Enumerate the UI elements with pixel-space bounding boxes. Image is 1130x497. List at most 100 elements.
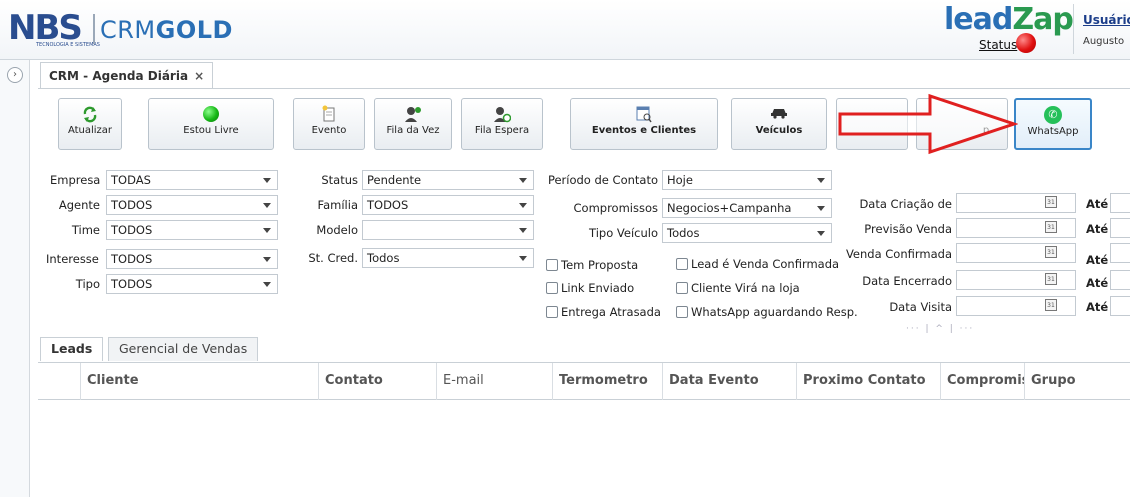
checkbox-box[interactable]	[676, 306, 688, 318]
checkbox-box[interactable]	[546, 282, 558, 294]
column-header-proximo-contato[interactable]: Proximo Contato	[796, 363, 940, 400]
estou-livre-button[interactable]: Estou Livre	[148, 98, 274, 150]
app-header: NBS TECNOLOGIA E SISTEMAS CRMGOLD leadZa…	[0, 0, 1130, 60]
compromissos-label: Compromissos	[573, 201, 659, 215]
chevron-down-icon	[263, 228, 271, 233]
chevron-down-icon	[817, 178, 825, 183]
st-cred-label: St. Cred.	[308, 251, 358, 265]
side-panel-strip	[0, 60, 30, 497]
annotation-arrow-icon	[838, 93, 1018, 155]
interesse-select[interactable]: TODOS	[106, 249, 278, 269]
user-menu-link[interactable]: Usuário	[1083, 13, 1130, 27]
chevron-down-icon	[263, 203, 271, 208]
leads-grid-body	[38, 400, 1130, 497]
refresh-button-label: Atualizar	[67, 125, 113, 136]
previsao-venda-input[interactable]	[956, 218, 1076, 238]
fila-da-vez-button[interactable]: Fila da Vez	[374, 98, 452, 150]
chevron-down-icon	[519, 203, 527, 208]
familia-select[interactable]: TODOS	[362, 195, 534, 215]
data-encerrado-ate-input[interactable]	[1110, 270, 1130, 290]
column-header-termometro[interactable]: Termometro	[552, 363, 662, 400]
modelo-select[interactable]	[362, 220, 534, 240]
calendar-search-icon	[571, 105, 717, 123]
checkbox-box[interactable]	[546, 259, 558, 271]
calendar-icon[interactable]: 31	[1045, 221, 1057, 233]
tipo-veiculo-value: Todos	[667, 226, 700, 240]
periodo-contato-select[interactable]: Hoje	[662, 170, 832, 190]
ate-label: Até	[1086, 197, 1109, 211]
splitter-handle[interactable]: ··· | ^ | ···	[906, 324, 974, 334]
eventos-clientes-label: Eventos e Clientes	[591, 125, 697, 136]
previsao-venda-ate-input[interactable]	[1110, 218, 1130, 238]
ate-label: Até	[1086, 253, 1109, 267]
checkbox-whatsapp-aguardando[interactable]: WhatsApp aguardando Resp.	[676, 305, 858, 319]
logo-divider	[93, 14, 95, 44]
compromissos-value: Negocios+Campanha	[667, 201, 792, 215]
venda-confirmada-input[interactable]	[956, 243, 1076, 263]
st-cred-select[interactable]: Todos	[362, 248, 534, 268]
agente-select[interactable]: TODOS	[106, 195, 278, 215]
whatsapp-button[interactable]: ✆ WhatsApp	[1014, 98, 1092, 150]
status-filter-select[interactable]: Pendente	[362, 170, 534, 190]
data-visita-label: Data Visita	[889, 300, 952, 314]
column-header-data-evento[interactable]: Data Evento	[662, 363, 796, 400]
column-header-contato[interactable]: Contato	[318, 363, 436, 400]
empresa-select[interactable]: TODAS	[106, 170, 278, 190]
column-header-compromisso[interactable]: Compromisso	[940, 363, 1024, 400]
veiculos-button[interactable]: Veículos	[731, 98, 827, 150]
chevron-down-icon	[817, 206, 825, 211]
checkbox-box[interactable]	[676, 258, 688, 270]
calendar-icon[interactable]: 31	[1045, 299, 1057, 311]
data-criacao-input[interactable]	[956, 193, 1076, 213]
close-icon[interactable]: ×	[194, 69, 204, 83]
time-select[interactable]: TODOS	[106, 220, 278, 240]
user-queue-icon	[375, 105, 451, 123]
column-header-email[interactable]: E-mail	[436, 363, 552, 400]
eventos-clientes-button[interactable]: Eventos e Clientes	[570, 98, 718, 150]
tab-agenda-diaria[interactable]: CRM - Agenda Diária ×	[40, 62, 214, 88]
checkbox-label: Cliente Virá na loja	[691, 281, 800, 295]
calendar-icon[interactable]: 31	[1045, 196, 1057, 208]
time-label: Time	[71, 223, 100, 237]
refresh-icon	[59, 105, 121, 123]
calendar-icon[interactable]: 31	[1045, 246, 1057, 258]
column-header-grupo[interactable]: Grupo	[1024, 363, 1130, 400]
status-filter-label: Status	[321, 173, 358, 187]
calendar-icon[interactable]: 31	[1045, 273, 1057, 285]
data-criacao-ate-input[interactable]	[1110, 193, 1130, 213]
chevron-down-icon	[519, 256, 527, 261]
compromissos-select[interactable]: Negocios+Campanha	[662, 198, 832, 218]
column-header-cliente[interactable]: Cliente	[80, 363, 318, 400]
checkbox-link-enviado[interactable]: Link Enviado	[546, 281, 634, 295]
checkbox-box[interactable]	[546, 306, 558, 318]
st-cred-value: Todos	[367, 251, 400, 265]
evento-label: Evento	[311, 125, 347, 136]
refresh-button[interactable]: Atualizar	[58, 98, 122, 150]
tab-gerencial-vendas[interactable]: Gerencial de Vendas	[108, 337, 259, 361]
nbs-logo: NBS TECNOLOGIA E SISTEMAS	[8, 8, 100, 48]
whatsapp-label: WhatsApp	[1027, 126, 1079, 137]
data-criacao-label: Data Criação de	[859, 197, 952, 211]
tab-gerencial-label: Gerencial de Vendas	[119, 341, 248, 356]
tipo-label: Tipo	[75, 277, 100, 291]
checkbox-lead-venda-confirmada[interactable]: Lead é Venda Confirmada	[676, 257, 839, 271]
data-visita-input[interactable]	[956, 296, 1076, 316]
periodo-contato-label: Período de Contato	[547, 173, 658, 187]
evento-button[interactable]: Evento	[293, 98, 365, 150]
data-encerrado-input[interactable]	[956, 270, 1076, 290]
expand-panel-icon[interactable]: ›	[7, 67, 23, 83]
tipo-select[interactable]: TODOS	[106, 274, 278, 294]
checkbox-tem-proposta[interactable]: Tem Proposta	[546, 258, 638, 272]
gold-logo-text: GOLD	[155, 16, 233, 44]
fila-da-vez-label: Fila da Vez	[386, 125, 440, 136]
periodo-contato-value: Hoje	[667, 173, 693, 187]
tipo-veiculo-select[interactable]: Todos	[662, 223, 832, 243]
data-visita-ate-input[interactable]	[1110, 296, 1130, 316]
tab-leads[interactable]: Leads	[40, 337, 104, 361]
venda-confirmada-ate-input[interactable]	[1110, 243, 1130, 263]
checkbox-entrega-atrasada[interactable]: Entrega Atrasada	[546, 305, 661, 319]
checkbox-box[interactable]	[676, 282, 688, 294]
checkbox-cliente-vira[interactable]: Cliente Virá na loja	[676, 281, 800, 295]
fila-espera-button[interactable]: Fila Espera	[461, 98, 543, 150]
status-link[interactable]: Status	[979, 38, 1017, 52]
